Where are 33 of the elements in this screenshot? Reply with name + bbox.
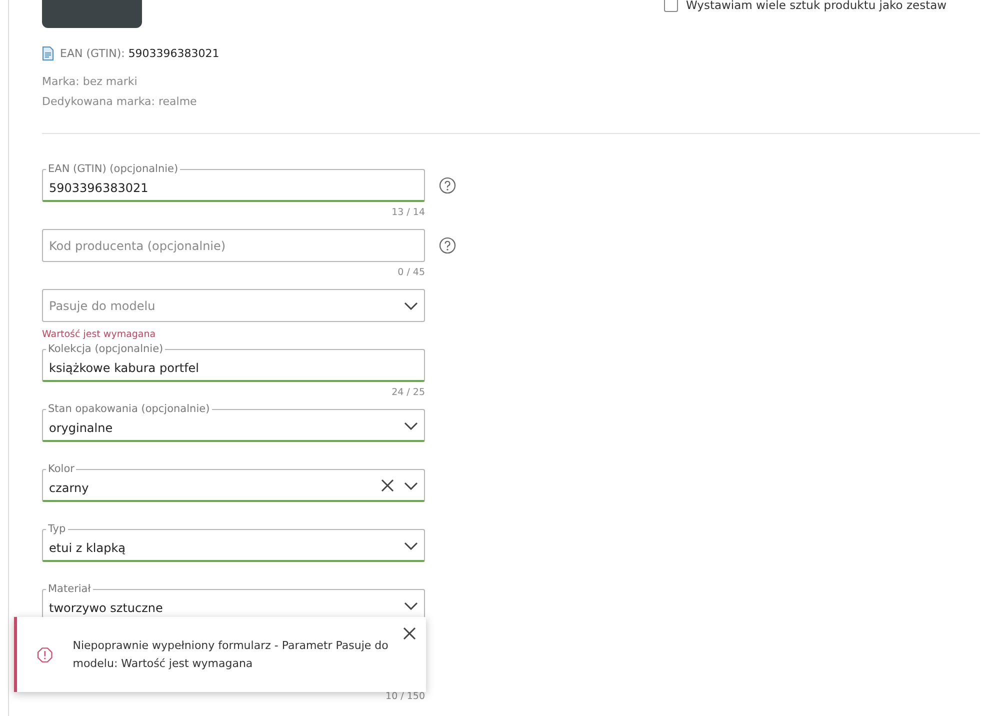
select-field[interactable]: Materiał tworzywo sztuczne [42, 582, 425, 622]
toast-message: Niepoprawnie wypełniony formularz - Parametr Pasuje do modelu: Wartość jest wymagana [72, 638, 390, 672]
clear-icon[interactable] [381, 479, 394, 492]
ean-text: EAN (GTIN): 5903396383021 [60, 46, 220, 60]
help-icon[interactable] [439, 237, 456, 254]
text-field[interactable]: Kolekcja (opcjonalnie) książkowe kabura portfel [42, 342, 425, 382]
character-counter: 10 / 150 [384, 691, 425, 702]
select-field[interactable]: Kolor czarny [42, 462, 425, 502]
error-message: Wartość jest wymagana [42, 328, 156, 340]
close-icon[interactable] [403, 627, 416, 640]
document-icon [42, 46, 54, 60]
chevron-down-icon [404, 302, 418, 310]
field-label: Typ [46, 522, 68, 536]
field-label: EAN (GTIN) (opcjonalnie) [46, 162, 180, 176]
chevron-down-icon [404, 482, 418, 490]
character-counter: 24 / 25 [392, 386, 425, 398]
select-field[interactable]: Pasuje do modelu [42, 282, 425, 322]
dedicated-brand-text: Dedykowana marka: realme [42, 94, 198, 110]
character-counter: 13 / 14 [392, 206, 425, 218]
field-label: Stan opakowania (opcjonalnie) [46, 402, 212, 416]
chevron-down-icon [404, 602, 418, 610]
checkbox[interactable] [664, 0, 678, 12]
checkbox-label[interactable]: Wystawiam wiele sztuk produktu jako zestaw [686, 0, 947, 12]
text-field[interactable]: Kod producenta (opcjonalnie) [42, 222, 425, 262]
text-field[interactable]: EAN (GTIN) (opcjonalnie) 5903396383021 [42, 162, 425, 202]
select-field[interactable]: Typ etui z klapką [42, 522, 425, 562]
help-icon[interactable] [439, 177, 456, 194]
select-field[interactable]: Stan opakowania (opcjonalnie) oryginalne [42, 402, 425, 442]
brand-text: Marka: bez marki [42, 74, 138, 90]
field-label: Kolekcja (opcjonalnie) [46, 342, 166, 356]
character-counter: 0 / 45 [398, 266, 425, 278]
chevron-down-icon [404, 422, 418, 430]
chevron-down-icon [404, 542, 418, 550]
